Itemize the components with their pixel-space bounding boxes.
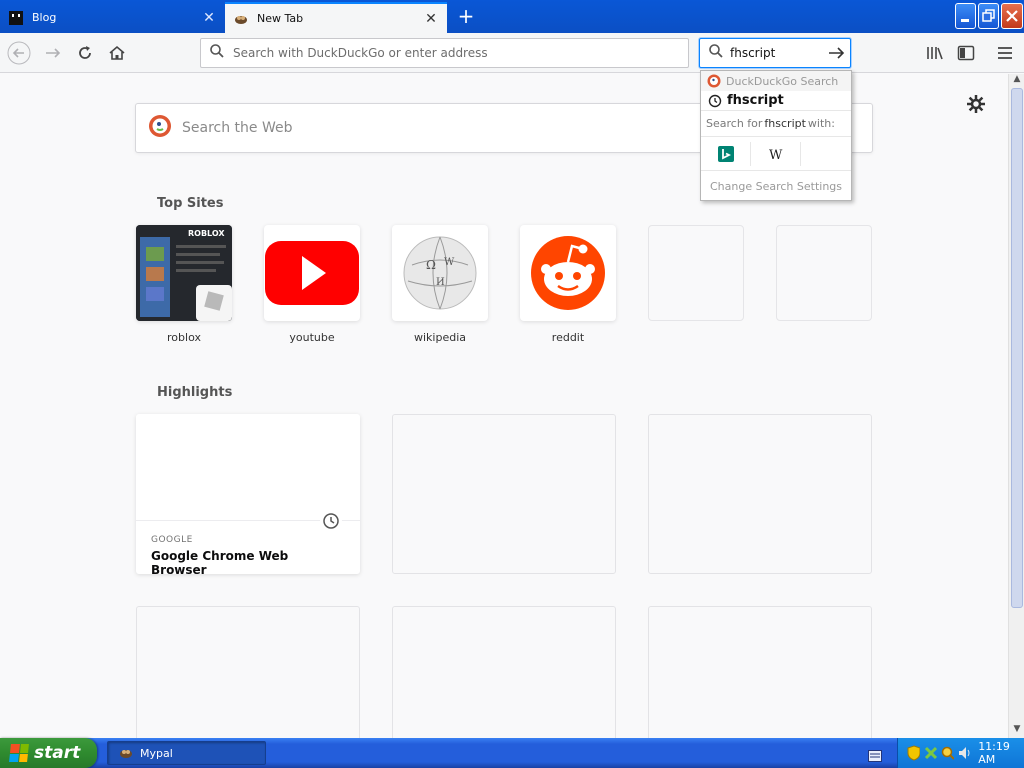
highlight-placeholder bbox=[136, 606, 360, 738]
highlights-heading: Highlights bbox=[157, 385, 233, 400]
start-label: start bbox=[34, 743, 81, 763]
wikipedia-globe-icon: ΩWИ bbox=[392, 225, 488, 321]
gear-icon[interactable] bbox=[966, 94, 986, 114]
search-for-line: Search for fhscript with: bbox=[701, 111, 851, 137]
address-bar[interactable] bbox=[200, 38, 689, 68]
search-for-prefix: Search for bbox=[706, 117, 763, 130]
go-arrow-icon[interactable] bbox=[826, 44, 846, 62]
start-button[interactable]: start bbox=[0, 738, 97, 768]
system-tray: 11:19 AM bbox=[897, 738, 1024, 768]
svg-text:ROBLOX: ROBLOX bbox=[188, 229, 225, 238]
top-site-label: roblox bbox=[167, 331, 201, 344]
library-icon[interactable] bbox=[922, 40, 948, 66]
reddit-logo-icon bbox=[520, 225, 616, 321]
top-site-roblox[interactable]: ROBLOX roblox bbox=[136, 225, 232, 344]
search-icon bbox=[209, 43, 225, 63]
search-icon bbox=[708, 43, 724, 63]
youtube-logo-icon bbox=[264, 225, 360, 321]
tab-close-icon[interactable]: ✕ bbox=[201, 10, 217, 26]
svg-text:W: W bbox=[769, 148, 783, 162]
search-for-term: fhscript bbox=[764, 117, 806, 130]
highlight-placeholder bbox=[648, 606, 872, 738]
maximize-icon[interactable] bbox=[978, 3, 999, 29]
scroll-down-icon[interactable]: ▼ bbox=[1009, 724, 1024, 738]
volume-icon bbox=[959, 747, 970, 759]
sidebar-toggle-icon[interactable] bbox=[953, 40, 979, 66]
mypal-icon bbox=[120, 750, 132, 758]
suggestion-text: fhscript bbox=[727, 93, 784, 108]
history-clock-icon bbox=[708, 94, 722, 107]
web-search-input[interactable] bbox=[182, 120, 682, 136]
task-label: Mypal bbox=[140, 746, 173, 760]
title-bar: Blog ✕ New Tab ✕ + bbox=[0, 0, 1024, 33]
close-icon[interactable] bbox=[1001, 3, 1023, 29]
tab-new-tab-label: New Tab bbox=[257, 12, 304, 25]
duckduckgo-icon bbox=[707, 74, 721, 88]
top-site-label: youtube bbox=[289, 331, 335, 344]
engine-name: DuckDuckGo Search bbox=[726, 74, 839, 88]
scroll-up-icon[interactable]: ▲ bbox=[1009, 74, 1024, 88]
top-site-label: reddit bbox=[551, 331, 585, 344]
taskbar-item-mypal[interactable]: Mypal bbox=[107, 741, 266, 765]
empty-tile bbox=[648, 225, 744, 321]
history-clock-icon bbox=[320, 510, 342, 532]
back-arrow-icon[interactable] bbox=[6, 40, 32, 66]
tab-blog[interactable]: Blog ✕ bbox=[0, 2, 225, 33]
highlight-placeholder bbox=[392, 414, 616, 574]
top-site-wikipedia[interactable]: ΩWИ wikipedia bbox=[392, 225, 488, 344]
search-for-suffix: with: bbox=[807, 117, 835, 130]
new-tab-page: Top Sites ROBLOX roblox youtube bbox=[0, 74, 1008, 738]
roblox-thumbnail: ROBLOX bbox=[136, 225, 232, 321]
search-history-suggestion[interactable]: fhscript bbox=[701, 91, 851, 111]
navigation-toolbar bbox=[0, 33, 1024, 73]
highlight-host: GOOGLE bbox=[151, 535, 193, 545]
duckduckgo-logo-icon bbox=[148, 114, 172, 142]
search-suggestions-popup: DuckDuckGo Search fhscript Search for fh… bbox=[700, 70, 852, 201]
search-input[interactable] bbox=[730, 46, 820, 60]
blog-favicon-icon bbox=[8, 10, 24, 26]
new-tab-plus-icon[interactable]: + bbox=[456, 6, 476, 26]
svg-text:И: И bbox=[436, 277, 445, 288]
top-sites-heading: Top Sites bbox=[157, 196, 224, 211]
highlight-placeholder bbox=[648, 414, 872, 574]
highlight-placeholder bbox=[392, 606, 616, 738]
network-icon bbox=[924, 746, 938, 760]
top-site-empty bbox=[776, 225, 872, 321]
search-bar[interactable] bbox=[699, 38, 851, 68]
search-engine-header: DuckDuckGo Search bbox=[701, 71, 851, 91]
newtab-favicon-icon bbox=[233, 11, 249, 27]
windows-logo-icon bbox=[9, 744, 29, 762]
top-site-youtube[interactable]: youtube bbox=[264, 225, 360, 344]
top-site-reddit[interactable]: reddit bbox=[520, 225, 616, 344]
top-site-empty bbox=[648, 225, 744, 321]
highlight-card[interactable]: GOOGLE Google Chrome Web Browser bbox=[136, 414, 360, 577]
reload-icon[interactable] bbox=[72, 40, 98, 66]
home-icon[interactable] bbox=[104, 40, 130, 66]
scrollbar-thumb[interactable] bbox=[1011, 88, 1023, 608]
one-off-engines: W bbox=[701, 137, 851, 171]
highlight-title: Google Chrome Web Browser bbox=[151, 549, 289, 577]
menu-hamburger-icon[interactable] bbox=[992, 40, 1018, 66]
vertical-scrollbar[interactable]: ▲ ▼ bbox=[1008, 74, 1024, 738]
forward-arrow-icon[interactable] bbox=[40, 40, 66, 66]
svg-text:Ω: Ω bbox=[426, 258, 436, 272]
address-input[interactable] bbox=[233, 46, 653, 60]
clock: 11:19 AM bbox=[978, 740, 1010, 766]
minimize-icon[interactable] bbox=[955, 3, 976, 29]
search-tray-icon bbox=[941, 746, 955, 760]
tab-close-icon[interactable]: ✕ bbox=[423, 11, 439, 27]
keyboard-layout-icon[interactable] bbox=[868, 747, 882, 762]
tab-new-tab[interactable]: New Tab ✕ bbox=[225, 2, 447, 33]
security-shield-icon bbox=[907, 745, 921, 761]
empty-tile bbox=[776, 225, 872, 321]
bing-icon[interactable] bbox=[701, 141, 751, 166]
tab-blog-label: Blog bbox=[32, 11, 57, 24]
taskbar: start Mypal 11:19 AM bbox=[0, 738, 1024, 768]
svg-text:W: W bbox=[444, 257, 455, 268]
change-search-settings[interactable]: Change Search Settings bbox=[701, 171, 851, 201]
wikipedia-icon[interactable]: W bbox=[751, 141, 801, 166]
top-site-label: wikipedia bbox=[413, 331, 466, 344]
